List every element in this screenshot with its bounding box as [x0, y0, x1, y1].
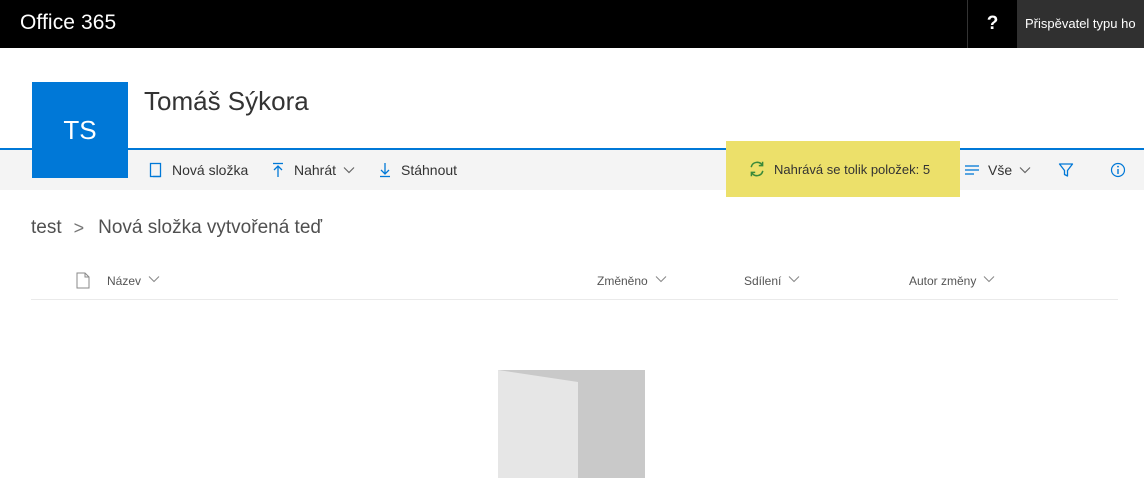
chevron-down-icon — [343, 164, 355, 176]
download-label: Stáhnout — [401, 162, 458, 178]
info-icon — [1110, 162, 1126, 178]
site-logo[interactable]: TS — [32, 82, 128, 178]
suite-bar: Office 365 ? Přispěvatel typu ho — [0, 0, 1144, 48]
app-title[interactable]: Office 365 — [20, 11, 116, 35]
upload-icon — [270, 162, 286, 178]
view-options-icon — [964, 162, 980, 178]
chevron-down-icon — [788, 275, 800, 287]
breadcrumb-item-root[interactable]: test — [31, 217, 62, 239]
chevron-down-icon — [1019, 164, 1031, 176]
help-icon: ? — [986, 13, 999, 34]
column-header-name[interactable]: Název — [107, 274, 160, 288]
user-account-button[interactable]: Přispěvatel typu ho — [1017, 0, 1144, 48]
view-options-button[interactable]: Vše — [964, 150, 1031, 190]
upload-status-indicator[interactable]: Nahrává se tolik položek: 5 — [726, 141, 960, 197]
breadcrumb-separator: > — [73, 217, 85, 238]
upload-button[interactable]: Nahrát — [270, 150, 355, 190]
new-folder-icon — [148, 162, 164, 178]
column-header-sharing-label: Sdílení — [744, 274, 782, 288]
help-button[interactable]: ? — [967, 0, 1017, 48]
sync-icon — [748, 160, 766, 178]
new-folder-button[interactable]: Nová složka — [148, 150, 248, 190]
column-header-name-label: Název — [107, 274, 142, 288]
filter-button[interactable] — [1058, 150, 1082, 190]
download-button[interactable]: Stáhnout — [377, 150, 457, 190]
column-header-sharing[interactable]: Sdílení — [744, 274, 800, 288]
upload-label: Nahrát — [294, 162, 337, 178]
onedrive-page: Office 365 ? Přispěvatel typu ho TS Tomá… — [0, 0, 1144, 478]
list-column-header: Název Změněno Sdílení Autor změny — [31, 264, 1118, 300]
empty-folder-illustration — [498, 370, 656, 478]
info-button[interactable] — [1110, 150, 1134, 190]
new-folder-label: Nová složka — [172, 162, 249, 178]
column-header-modified-by[interactable]: Autor změny — [909, 274, 995, 288]
filter-icon — [1058, 162, 1074, 178]
chevron-down-icon — [983, 275, 995, 287]
breadcrumb-item-current[interactable]: Nová složka vytvořená teď — [98, 217, 322, 239]
upload-status-text: Nahrává se tolik položek: 5 — [774, 161, 931, 177]
download-icon — [377, 162, 393, 178]
document-icon[interactable] — [76, 272, 90, 289]
site-title[interactable]: Tomáš Sýkora — [144, 86, 309, 117]
view-options-label: Vše — [988, 162, 1013, 178]
command-bar: Nová složka Nahrát Stáhnout Vše — [0, 148, 1144, 190]
breadcrumb: test > Nová složka vytvořená teď — [31, 217, 322, 239]
column-header-modified-by-label: Autor změny — [909, 274, 977, 288]
chevron-down-icon — [655, 275, 667, 287]
chevron-down-icon — [148, 275, 160, 287]
column-header-modified-label: Změněno — [597, 274, 648, 288]
column-header-modified[interactable]: Změněno — [597, 274, 667, 288]
